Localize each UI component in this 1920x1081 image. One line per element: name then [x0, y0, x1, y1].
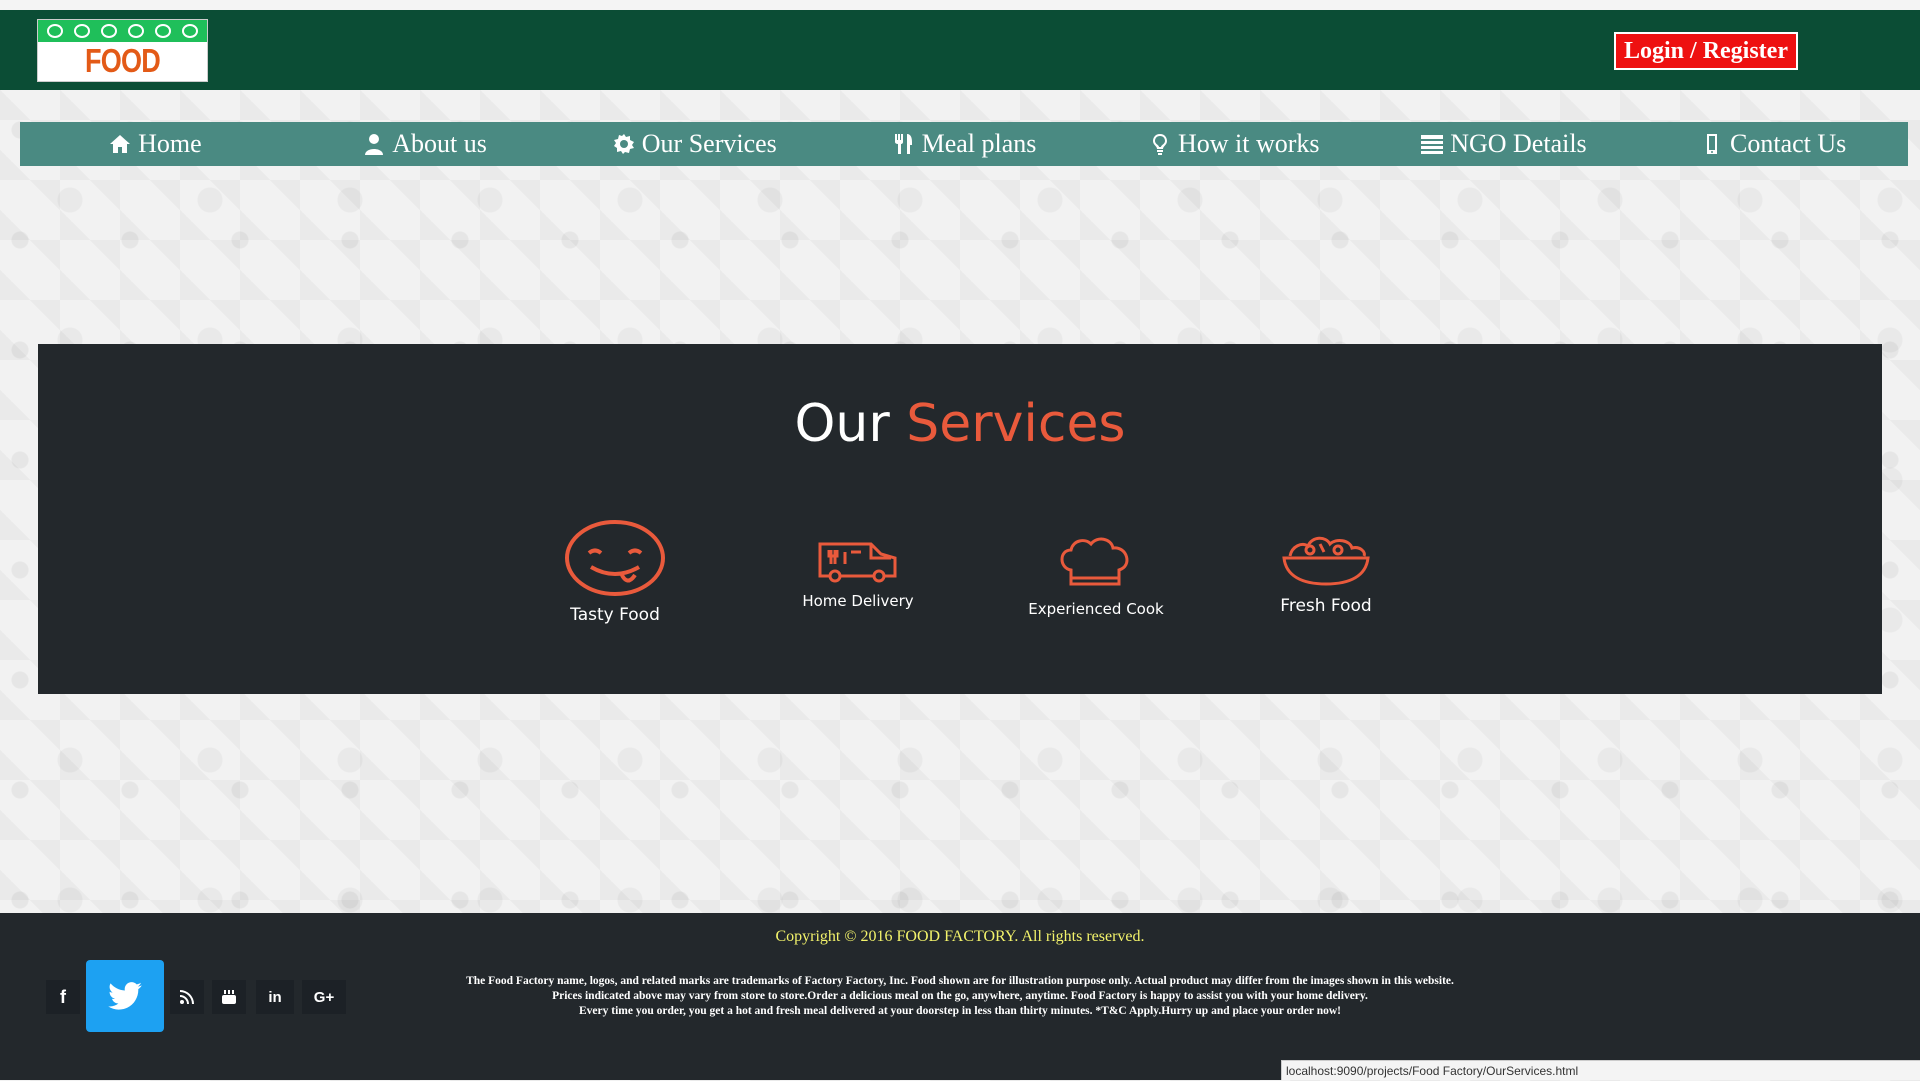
service-home-delivery: Home Delivery — [758, 540, 958, 610]
food-factory-logo[interactable]: FOOD FACTORY — [37, 19, 208, 82]
rss-icon — [180, 990, 194, 1004]
twitter-icon — [108, 982, 142, 1010]
logo-food-icons — [38, 20, 207, 42]
copyright-text: Copyright © 2016 FOOD FACTORY. All right… — [775, 928, 1145, 945]
nav-item-home[interactable]: Home — [20, 129, 290, 159]
google-plus-button[interactable]: G+ — [302, 980, 346, 1014]
services-title: Our Services — [38, 394, 1882, 454]
nav-item-contact[interactable]: Contact Us — [1638, 129, 1908, 159]
main-nav: Home About us Our Services Meal plans Ho… — [20, 122, 1908, 166]
service-label: Tasty Food — [570, 605, 660, 625]
youtube-icon — [222, 990, 236, 1004]
service-label: Fresh Food — [1280, 596, 1372, 616]
our-services-panel: Our Services Tasty Food Home Delivery Ex… — [38, 344, 1882, 694]
legal-disclaimer: The Food Factory name, logos, and relate… — [400, 974, 1520, 1019]
linkedin-icon: in — [268, 988, 282, 1006]
service-fresh-food: Fresh Food — [1226, 532, 1426, 616]
site-footer: Copyright © 2016 FOOD FACTORY. All right… — [0, 913, 1920, 1080]
mobile-icon — [1707, 134, 1718, 154]
nav-item-meal-plans[interactable]: Meal plans — [829, 129, 1099, 159]
linkedin-button[interactable]: in — [256, 980, 294, 1014]
user-icon — [365, 134, 384, 155]
login-register-button[interactable]: Login / Register — [1614, 32, 1798, 70]
facebook-button[interactable]: f — [46, 980, 80, 1014]
youtube-button[interactable] — [212, 980, 246, 1014]
smiley-tongue-icon — [565, 520, 665, 596]
nav-item-label: About us — [392, 129, 487, 158]
nav-item-label: Contact Us — [1730, 129, 1847, 158]
service-label: Home Delivery — [802, 592, 914, 610]
nav-item-how-it-works[interactable]: How it works — [1099, 129, 1369, 159]
services-title-part2: Services — [906, 394, 1126, 454]
lightbulb-icon — [1152, 134, 1167, 155]
facebook-icon: f — [60, 986, 66, 1007]
nav-item-label: How it works — [1177, 129, 1320, 158]
service-experienced-cook: Experienced Cook — [996, 536, 1196, 618]
salad-bowl-icon — [1282, 536, 1370, 586]
status-bar-url: localhost:9090/projects/Food Factory/Our… — [1281, 1060, 1920, 1080]
top-strip — [0, 0, 1920, 10]
legal-line: Prices indicated above may vary from sto… — [552, 990, 1368, 1002]
services-title-part1: Our — [794, 394, 890, 454]
twitter-button[interactable] — [86, 960, 164, 1032]
nav-item-label: NGO Details — [1450, 129, 1587, 158]
nav-item-about[interactable]: About us — [290, 129, 560, 159]
site-header: FOOD FACTORY Login / Register — [0, 10, 1920, 90]
nav-item-label: Home — [138, 129, 202, 158]
cutlery-icon — [894, 134, 912, 154]
google-plus-icon: G+ — [313, 988, 335, 1006]
gear-icon — [613, 134, 634, 154]
rss-button[interactable] — [170, 980, 204, 1014]
home-icon — [110, 135, 131, 153]
service-label: Experienced Cook — [1028, 600, 1164, 618]
nav-item-ngo-details[interactable]: NGO Details — [1369, 129, 1639, 159]
service-tasty-food: Tasty Food — [515, 519, 715, 625]
nav-item-label: Our Services — [641, 129, 777, 158]
legal-line: The Food Factory name, logos, and relate… — [466, 975, 1454, 987]
legal-line: Every time you order, you get a hot and … — [578, 1005, 1341, 1017]
logo-text: FOOD FACTORY — [61, 42, 184, 81]
delivery-van-icon — [818, 542, 897, 583]
list-icon — [1421, 135, 1444, 154]
nav-item-services[interactable]: Our Services — [559, 129, 829, 159]
chef-hat-icon — [1060, 537, 1129, 586]
nav-item-label: Meal plans — [921, 129, 1037, 158]
